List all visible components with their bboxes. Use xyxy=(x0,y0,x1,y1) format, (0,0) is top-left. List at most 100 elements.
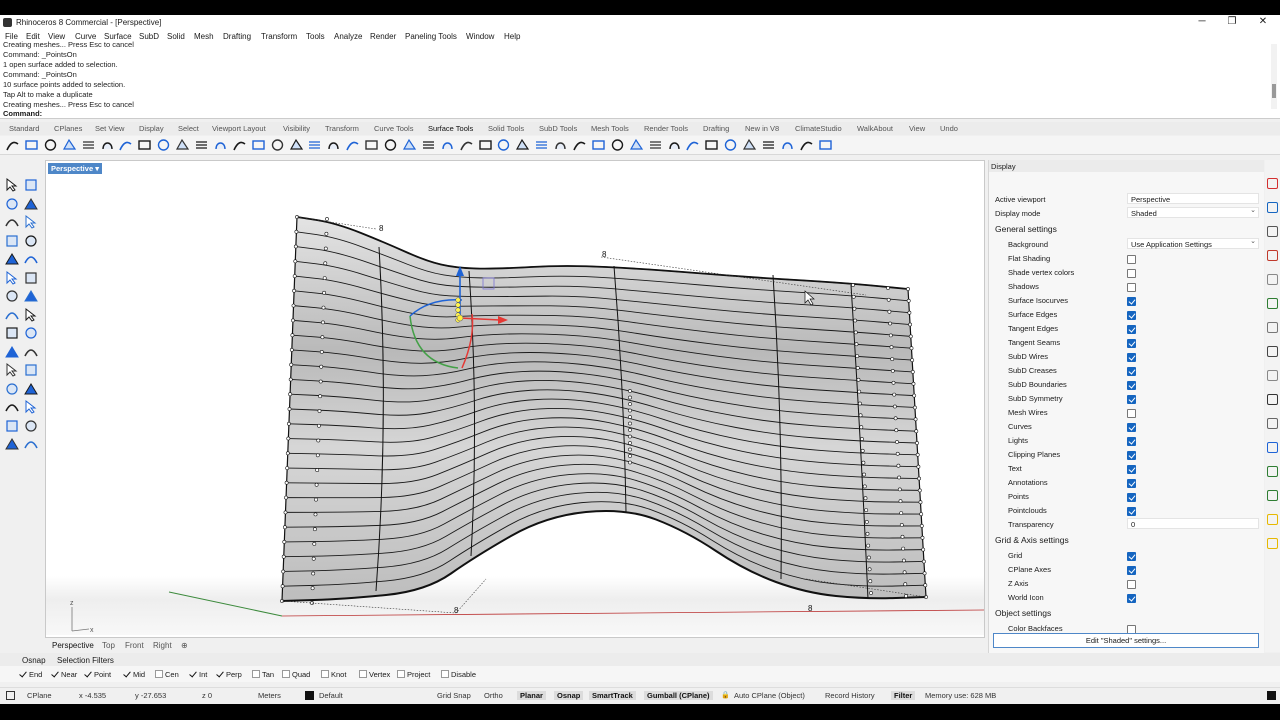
control-point[interactable] xyxy=(628,402,632,406)
control-point[interactable] xyxy=(316,423,321,428)
control-point[interactable] xyxy=(286,421,291,426)
control-point[interactable] xyxy=(896,463,901,468)
control-point[interactable] xyxy=(322,290,327,295)
surface-tool-icon[interactable] xyxy=(648,138,663,152)
surface-tool-icon[interactable] xyxy=(81,138,96,152)
control-point[interactable] xyxy=(858,401,862,406)
viewport-tab-right[interactable]: Right xyxy=(153,641,172,650)
panel-tab-icon[interactable] xyxy=(1267,370,1278,381)
chevron-down-icon[interactable]: ⌄ xyxy=(1250,237,1256,245)
status-layer[interactable]: Default xyxy=(319,691,343,700)
control-point[interactable] xyxy=(862,484,867,489)
left-tool-icon[interactable] xyxy=(4,288,20,304)
surface-tool-icon[interactable] xyxy=(156,138,171,152)
control-point[interactable] xyxy=(889,345,894,350)
control-point[interactable] xyxy=(314,482,319,487)
surface-tool-icon[interactable] xyxy=(799,138,814,152)
control-point[interactable] xyxy=(867,567,872,572)
control-point[interactable] xyxy=(867,555,871,560)
left-tool-icon[interactable] xyxy=(4,344,20,360)
tab-surface-tools[interactable]: Surface Tools xyxy=(424,122,477,135)
tab-undo[interactable]: Undo xyxy=(940,124,958,133)
setting-checkbox[interactable] xyxy=(1127,339,1136,348)
control-point[interactable] xyxy=(918,500,923,505)
control-point[interactable] xyxy=(321,320,325,325)
control-point[interactable] xyxy=(923,583,928,588)
control-point[interactable] xyxy=(895,451,900,456)
control-point[interactable] xyxy=(281,554,286,559)
osnap-checkbox-project[interactable] xyxy=(397,670,405,678)
command-line[interactable]: Command: xyxy=(0,109,1280,119)
surface-tool-icon[interactable] xyxy=(761,138,776,152)
surface-tool-icon[interactable] xyxy=(213,138,228,152)
viewport-tab-perspective[interactable]: Perspective xyxy=(52,641,94,650)
osnap-checkbox-point[interactable] xyxy=(84,670,92,678)
setting-checkbox[interactable] xyxy=(1127,479,1136,488)
control-point[interactable] xyxy=(284,480,289,485)
control-point[interactable] xyxy=(886,297,891,302)
setting-checkbox[interactable] xyxy=(1127,353,1136,362)
control-point[interactable] xyxy=(319,364,324,369)
control-point[interactable] xyxy=(890,357,895,362)
control-point[interactable] xyxy=(862,472,867,477)
control-point[interactable] xyxy=(854,342,859,347)
menu-item-analyze[interactable]: Analyze xyxy=(334,32,362,41)
control-point[interactable] xyxy=(917,476,922,481)
control-point[interactable] xyxy=(897,487,902,492)
control-point[interactable] xyxy=(319,349,324,354)
panel-tab-icon[interactable] xyxy=(1267,418,1278,429)
panel-tab-icon[interactable] xyxy=(1267,202,1278,213)
close-button[interactable]: ✕ xyxy=(1255,16,1271,28)
osnap-checkbox-tan[interactable] xyxy=(252,670,260,678)
setting-checkbox[interactable] xyxy=(1127,269,1136,278)
control-point[interactable] xyxy=(282,539,287,544)
tab-drafting[interactable]: Drafting xyxy=(703,124,729,133)
gumball-center[interactable] xyxy=(456,314,464,322)
surface-tool-icon[interactable] xyxy=(496,138,511,152)
surface-tool-icon[interactable] xyxy=(24,138,39,152)
left-tool-icon[interactable] xyxy=(23,214,39,230)
osnap-checkbox-near[interactable] xyxy=(51,670,59,678)
control-point[interactable] xyxy=(312,527,317,532)
left-tool-icon[interactable] xyxy=(23,251,39,267)
control-point[interactable] xyxy=(288,392,293,397)
left-tool-icon[interactable] xyxy=(23,233,39,249)
control-point[interactable] xyxy=(909,346,914,351)
tab-subd-tools[interactable]: SubD Tools xyxy=(539,124,577,133)
control-point[interactable] xyxy=(291,318,295,323)
control-point[interactable] xyxy=(312,541,317,546)
tab-display[interactable]: Display xyxy=(139,124,164,133)
menu-item-help[interactable]: Help xyxy=(504,32,520,41)
control-point[interactable] xyxy=(320,335,325,340)
surface-tool-icon[interactable] xyxy=(326,138,341,152)
control-point[interactable] xyxy=(315,453,320,458)
control-point[interactable] xyxy=(861,460,866,465)
control-point[interactable] xyxy=(281,569,286,574)
left-tool-icon[interactable] xyxy=(23,418,39,434)
surface-tool-icon[interactable] xyxy=(742,138,757,152)
control-point[interactable] xyxy=(851,294,856,299)
osnap-tab-selection-filters[interactable]: Selection Filters xyxy=(57,656,114,665)
control-point[interactable] xyxy=(866,543,871,548)
control-point[interactable] xyxy=(860,437,864,441)
control-point[interactable] xyxy=(286,436,291,441)
control-point[interactable] xyxy=(901,546,906,551)
minimize-button[interactable]: ─ xyxy=(1194,16,1210,28)
control-point[interactable] xyxy=(904,594,908,598)
left-tool-icon[interactable] xyxy=(4,418,20,434)
surface-tool-icon[interactable] xyxy=(137,138,152,152)
control-point[interactable] xyxy=(855,365,860,370)
control-point[interactable] xyxy=(855,354,860,359)
control-point[interactable] xyxy=(282,525,287,530)
control-point[interactable] xyxy=(315,468,320,473)
control-point[interactable] xyxy=(859,425,864,430)
grid-setting-checkbox[interactable] xyxy=(1127,566,1136,575)
grid-setting-checkbox[interactable] xyxy=(1127,594,1136,603)
control-point[interactable] xyxy=(913,405,917,410)
control-point[interactable] xyxy=(283,510,288,515)
panel-tab-icon[interactable] xyxy=(1267,466,1278,477)
control-point[interactable] xyxy=(314,497,318,502)
control-point[interactable] xyxy=(323,261,328,266)
surface-tool-icon[interactable] xyxy=(43,138,58,152)
control-point[interactable] xyxy=(908,322,913,327)
